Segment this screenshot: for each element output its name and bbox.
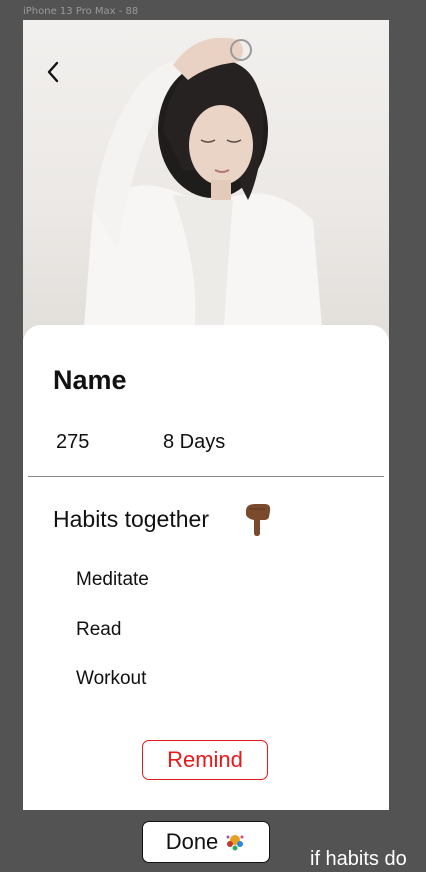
pointing-down-hand-icon xyxy=(246,504,271,536)
back-button[interactable] xyxy=(41,56,65,88)
side-note: if habits do xyxy=(310,848,407,870)
remind-button[interactable]: Remind xyxy=(142,740,268,780)
done-button[interactable]: Done xyxy=(142,821,270,863)
habit-item: Workout xyxy=(76,668,147,689)
done-label: Done xyxy=(165,829,219,854)
profile-sheet: Name 275 8 Days Habits together Meditate… xyxy=(23,325,389,810)
profile-photo-illustration xyxy=(83,37,323,340)
party-emoji-icon xyxy=(226,835,244,851)
profile-name: Name xyxy=(53,365,127,395)
habit-item: Read xyxy=(76,619,122,640)
divider xyxy=(28,476,384,477)
habit-item: Meditate xyxy=(76,569,149,590)
phone-screen: Name 275 8 Days Habits together Meditate… xyxy=(23,20,389,810)
profile-photo xyxy=(23,20,389,340)
habits-title: Habits together xyxy=(53,506,209,532)
chevron-left-icon xyxy=(47,61,59,83)
stat-count: 275 xyxy=(56,431,90,453)
frame-label: iPhone 13 Pro Max - 88 xyxy=(23,6,139,17)
stat-streak: 8 Days xyxy=(163,431,226,453)
